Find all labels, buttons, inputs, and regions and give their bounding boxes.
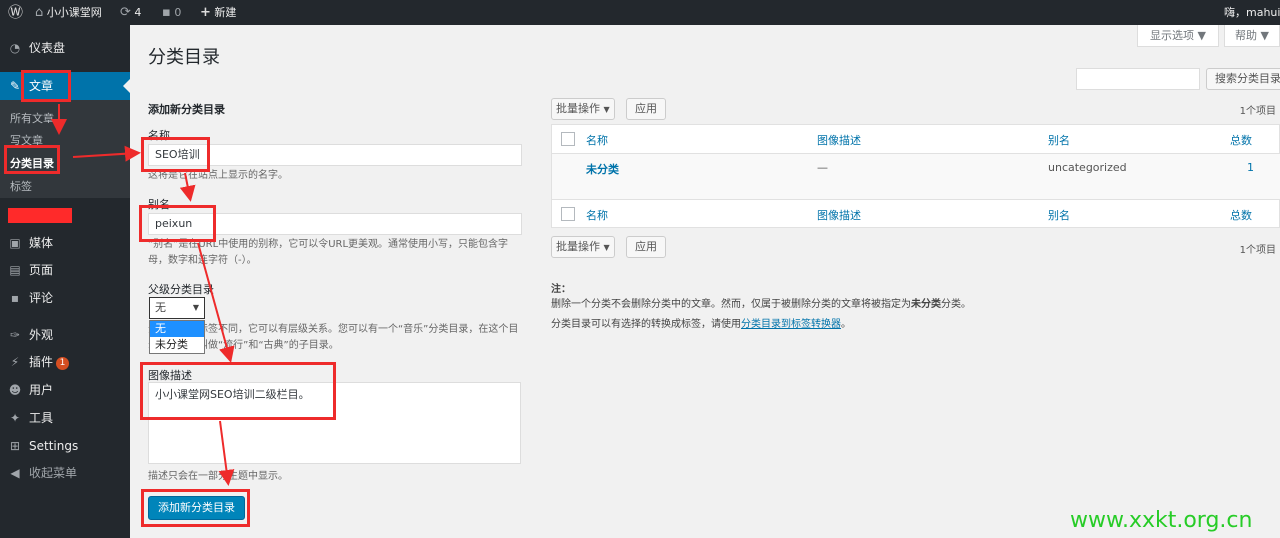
arrow-description-to-submit bbox=[218, 420, 235, 486]
arrow-slug-to-description bbox=[197, 242, 235, 363]
watermark: www.xxkt.org.cn bbox=[1070, 508, 1253, 533]
arrow-name-to-slug bbox=[179, 172, 196, 202]
annotation-arrows bbox=[51, 104, 235, 486]
arrow-categories-to-name bbox=[72, 145, 141, 162]
